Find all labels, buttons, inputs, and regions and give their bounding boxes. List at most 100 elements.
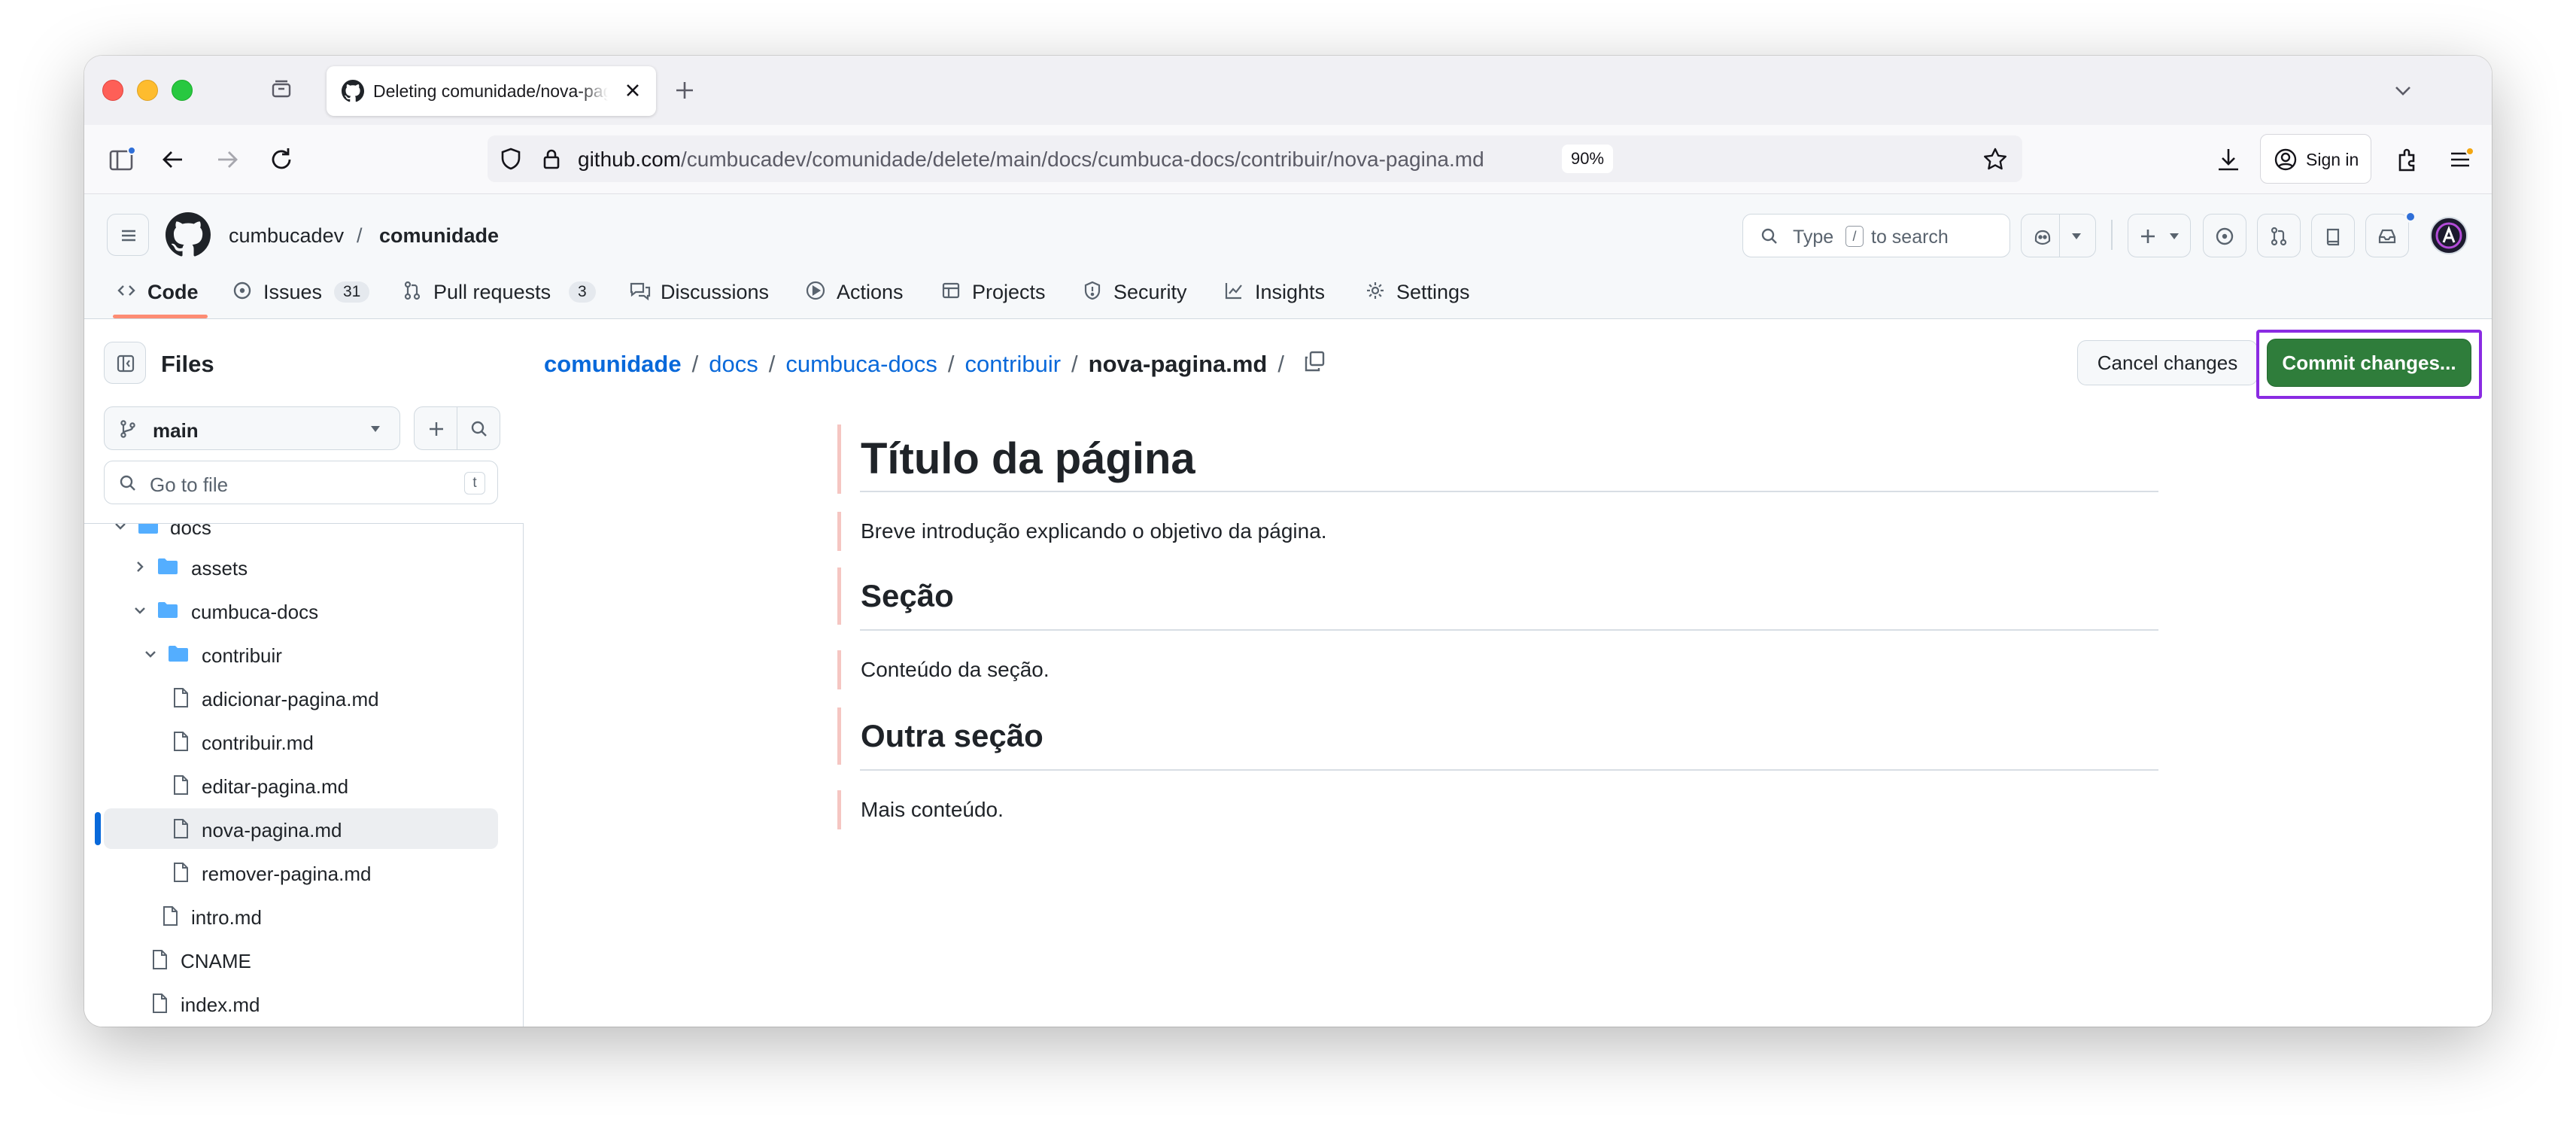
copy-path-icon[interactable] (1302, 349, 1326, 373)
file-tree-panel: Files main Go to file t docs assets cumb… (84, 319, 524, 1027)
breadcrumb: comunidade / docs / cumbuca-docs / contribuir /… (544, 351, 1295, 378)
tree-folder-docs[interactable]: docs (104, 524, 498, 546)
tree-file-editar-pagina[interactable]: editar-pagina.md (104, 765, 498, 805)
file-icon (174, 819, 188, 838)
search-input[interactable]: Type / to search (1742, 214, 2010, 257)
bookmark-star-icon[interactable] (1982, 146, 2009, 173)
tab-overview-icon[interactable] (269, 77, 293, 101)
repo-owner-link[interactable]: cumbucadev (229, 224, 344, 248)
tree-file-cname[interactable]: CNAME (104, 939, 498, 980)
tab-settings[interactable]: Settings (1365, 274, 1485, 307)
go-to-file-placeholder: Go to file (150, 473, 229, 496)
account-icon (2273, 147, 2298, 172)
folder-open-icon (138, 524, 158, 534)
tree-folder-cumbuca-docs[interactable]: cumbuca-docs (104, 590, 498, 631)
file-icon (163, 906, 178, 926)
zoom-level-badge[interactable]: 90% (1562, 145, 1614, 173)
tree-folder-assets[interactable]: assets (104, 546, 498, 587)
active-file-indicator (95, 812, 101, 845)
tab-projects[interactable]: Projects (940, 274, 1061, 307)
sidebar-toggle-icon[interactable] (107, 145, 137, 175)
browser-window: Deleting comunidade/nova-pagina.md at ma… (84, 56, 2492, 1027)
tree-file-adicionar-pagina[interactable]: adicionar-pagina.md (104, 677, 498, 718)
tracking-shield-icon[interactable] (498, 146, 524, 172)
browser-tab-active[interactable]: Deleting comunidade/nova-pagina.md at ma… (327, 66, 656, 116)
doc-intro: Breve introdução explicando o objetivo d… (861, 519, 1327, 543)
tab-actions[interactable]: Actions (805, 274, 918, 307)
sign-in-button[interactable]: Sign in (2260, 134, 2371, 184)
cancel-changes-button[interactable]: Cancel changes (2077, 340, 2258, 385)
search-files-button[interactable] (457, 406, 500, 450)
avatar[interactable] (2430, 217, 2468, 254)
active-tab-indicator (113, 315, 208, 318)
notifications-button[interactable] (2365, 214, 2409, 257)
collapse-file-tree-button[interactable] (104, 342, 146, 384)
github-logo-icon[interactable] (166, 212, 211, 257)
tree-file-nova-pagina[interactable]: nova-pagina.md (104, 808, 498, 849)
repositories-shortcut-button[interactable] (2311, 214, 2355, 257)
breadcrumb-separator: / (768, 351, 776, 377)
breadcrumb-link-cumbuca-docs[interactable]: cumbuca-docs (785, 351, 937, 377)
deleted-block-section2-text: Mais conteúdo. (837, 790, 1004, 829)
tree-file-intro[interactable]: intro.md (104, 896, 498, 936)
file-tree: docs assets cumbuca-docs contribuir adic… (84, 524, 524, 1027)
files-title: Files (161, 351, 214, 377)
tab-pull-requests[interactable]: Pull requests 3 (402, 274, 605, 307)
file-icon (153, 993, 167, 1013)
go-to-file-input[interactable]: Go to file t (104, 461, 498, 504)
chevron-down-icon (135, 607, 145, 614)
breadcrumb-link-docs[interactable]: docs (709, 351, 758, 377)
new-tab-icon[interactable] (673, 78, 697, 102)
breadcrumb-link-contribuir[interactable]: contribuir (965, 351, 1062, 377)
file-icon (174, 732, 188, 751)
minimize-window-button[interactable] (137, 80, 158, 101)
repo-name-link[interactable]: comunidade (379, 224, 499, 248)
add-file-button[interactable] (414, 406, 457, 450)
downloads-icon[interactable] (2213, 145, 2243, 175)
copilot-button[interactable] (2021, 214, 2096, 257)
close-window-button[interactable] (102, 80, 123, 101)
global-menu-button[interactable] (107, 214, 149, 256)
breadcrumb-separator: / (947, 351, 955, 377)
tree-file-contribuir[interactable]: contribuir.md (104, 721, 498, 762)
git-pull-request-icon (404, 281, 421, 300)
folder-open-icon (158, 602, 178, 618)
tab-discussions[interactable]: Discussions (629, 274, 773, 307)
tab-code-label: Code (147, 281, 199, 303)
branch-selector[interactable]: main (104, 406, 400, 450)
pull-requests-count-badge: 3 (569, 281, 596, 303)
pull-requests-shortcut-button[interactable] (2257, 214, 2301, 257)
branch-name: main (153, 419, 199, 442)
app-menu-icon[interactable] (2445, 145, 2475, 175)
tab-close-icon[interactable] (623, 81, 642, 100)
lock-icon[interactable] (539, 146, 564, 172)
create-new-button[interactable] (2128, 214, 2191, 257)
zoom-window-button[interactable] (172, 80, 193, 101)
tab-insights[interactable]: Insights (1223, 274, 1336, 307)
list-all-tabs-icon[interactable] (2391, 78, 2415, 102)
github-favicon-icon (342, 80, 364, 102)
url-text[interactable]: github.com/cumbucadev/comunidade/delete/… (578, 148, 1484, 172)
tab-security-label: Security (1113, 281, 1187, 303)
breadcrumb-link-repo[interactable]: comunidade (544, 351, 682, 377)
tab-issues[interactable]: Issues 31 (232, 274, 372, 307)
notification-indicator (2404, 211, 2417, 223)
tree-file-remover-pagina[interactable]: remover-pagina.md (104, 852, 498, 893)
tab-security[interactable]: Security (1082, 274, 1202, 307)
git-pull-request-icon (2271, 227, 2287, 246)
forward-arrow-icon[interactable] (212, 145, 242, 175)
tree-file-index[interactable]: index.md (104, 983, 498, 1024)
tree-folder-contribuir[interactable]: contribuir (104, 634, 498, 674)
extensions-icon[interactable] (2392, 145, 2423, 175)
issues-shortcut-button[interactable] (2203, 214, 2246, 257)
reload-icon[interactable] (266, 145, 296, 175)
search-shortcut-key: / (1845, 226, 1864, 247)
heading-rule (860, 629, 2158, 631)
graph-icon (1225, 283, 1242, 300)
commit-changes-button[interactable]: Commit changes... (2267, 339, 2471, 387)
folder-icon (158, 558, 178, 574)
address-bar[interactable]: github.com/cumbucadev/comunidade/delete/… (488, 135, 2022, 182)
tab-code[interactable]: Code (116, 274, 209, 307)
navigation-toolbar: github.com/cumbucadev/comunidade/delete/… (84, 125, 2492, 194)
back-arrow-icon[interactable] (158, 145, 188, 175)
